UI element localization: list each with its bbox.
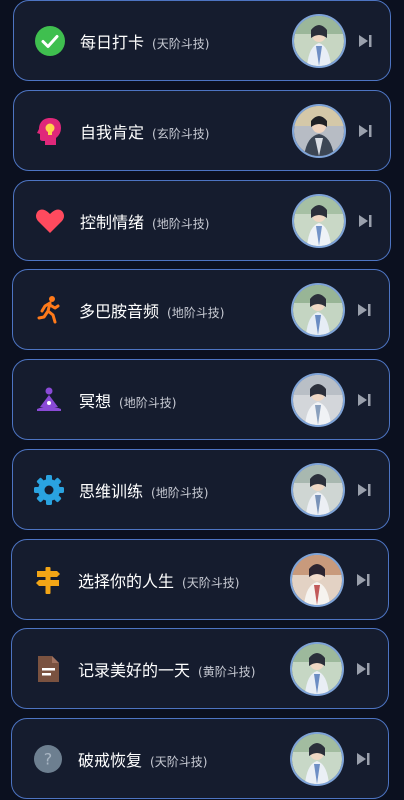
svg-text:?: ? xyxy=(44,749,53,768)
list-item[interactable]: 多巴胺音频 (地阶斗技) xyxy=(12,269,390,350)
avatar xyxy=(294,105,344,156)
skip-next-icon[interactable] xyxy=(355,572,371,588)
item-title: 思维训练 xyxy=(79,481,144,501)
list-item[interactable]: 自我肯定 (玄阶斗技) xyxy=(13,90,391,171)
avatar xyxy=(292,733,342,784)
heart-icon xyxy=(33,204,67,238)
gear-icon xyxy=(32,473,66,507)
item-level: (天阶斗技) xyxy=(150,754,208,769)
skip-next-icon[interactable] xyxy=(357,123,373,139)
head-lightbulb-icon xyxy=(33,114,67,148)
skip-next-icon[interactable] xyxy=(357,213,373,229)
skip-next-icon[interactable] xyxy=(355,751,371,767)
skip-next-icon[interactable] xyxy=(356,302,372,318)
skip-next-icon[interactable] xyxy=(356,482,372,498)
item-title: 选择你的人生 xyxy=(78,571,175,591)
list-item[interactable]: 冥想 (地阶斗技) xyxy=(12,359,390,440)
avatar xyxy=(292,554,342,605)
list-item[interactable]: ? 破戒恢复 (天阶斗技) xyxy=(11,718,389,799)
item-level: (玄阶斗技) xyxy=(152,126,210,141)
item-title: 记录美好的一天 xyxy=(78,660,191,680)
list-item[interactable]: 每日打卡 (天阶斗技) xyxy=(13,0,391,81)
item-level: (天阶斗技) xyxy=(182,575,240,590)
item-title: 自我肯定 xyxy=(80,122,145,142)
item-level: (地阶斗技) xyxy=(119,395,177,410)
item-level: (天阶斗技) xyxy=(152,36,210,51)
check-circle-icon xyxy=(33,24,67,58)
skip-next-icon[interactable] xyxy=(357,33,373,49)
item-level: (黄阶斗技) xyxy=(198,664,256,679)
running-person-icon xyxy=(32,293,66,327)
item-title: 多巴胺音频 xyxy=(79,301,160,321)
item-title: 每日打卡 xyxy=(80,32,145,52)
item-title: 冥想 xyxy=(79,391,112,411)
avatar xyxy=(293,284,343,335)
meditation-icon xyxy=(32,383,66,417)
list-item[interactable]: 思维训练 (地阶斗技) xyxy=(12,449,390,530)
list-item[interactable]: 选择你的人生 (天阶斗技) xyxy=(11,539,389,620)
list-item[interactable]: 记录美好的一天 (黄阶斗技) xyxy=(11,628,389,709)
item-level: (地阶斗技) xyxy=(167,305,225,320)
avatar xyxy=(292,643,342,694)
skip-next-icon[interactable] xyxy=(356,392,372,408)
question-circle-icon: ? xyxy=(31,742,65,776)
crossroads-sign-icon xyxy=(31,563,65,597)
avatar xyxy=(294,15,344,66)
avatar xyxy=(293,374,343,425)
item-title: 破戒恢复 xyxy=(78,750,143,770)
avatar xyxy=(294,195,344,246)
list-item[interactable]: 控制情绪 (地阶斗技) xyxy=(13,180,391,261)
item-level: (地阶斗技) xyxy=(152,216,210,231)
document-icon xyxy=(31,652,65,686)
skip-next-icon[interactable] xyxy=(355,661,371,677)
item-title: 控制情绪 xyxy=(80,212,145,232)
avatar xyxy=(293,464,343,515)
item-level: (地阶斗技) xyxy=(151,485,209,500)
